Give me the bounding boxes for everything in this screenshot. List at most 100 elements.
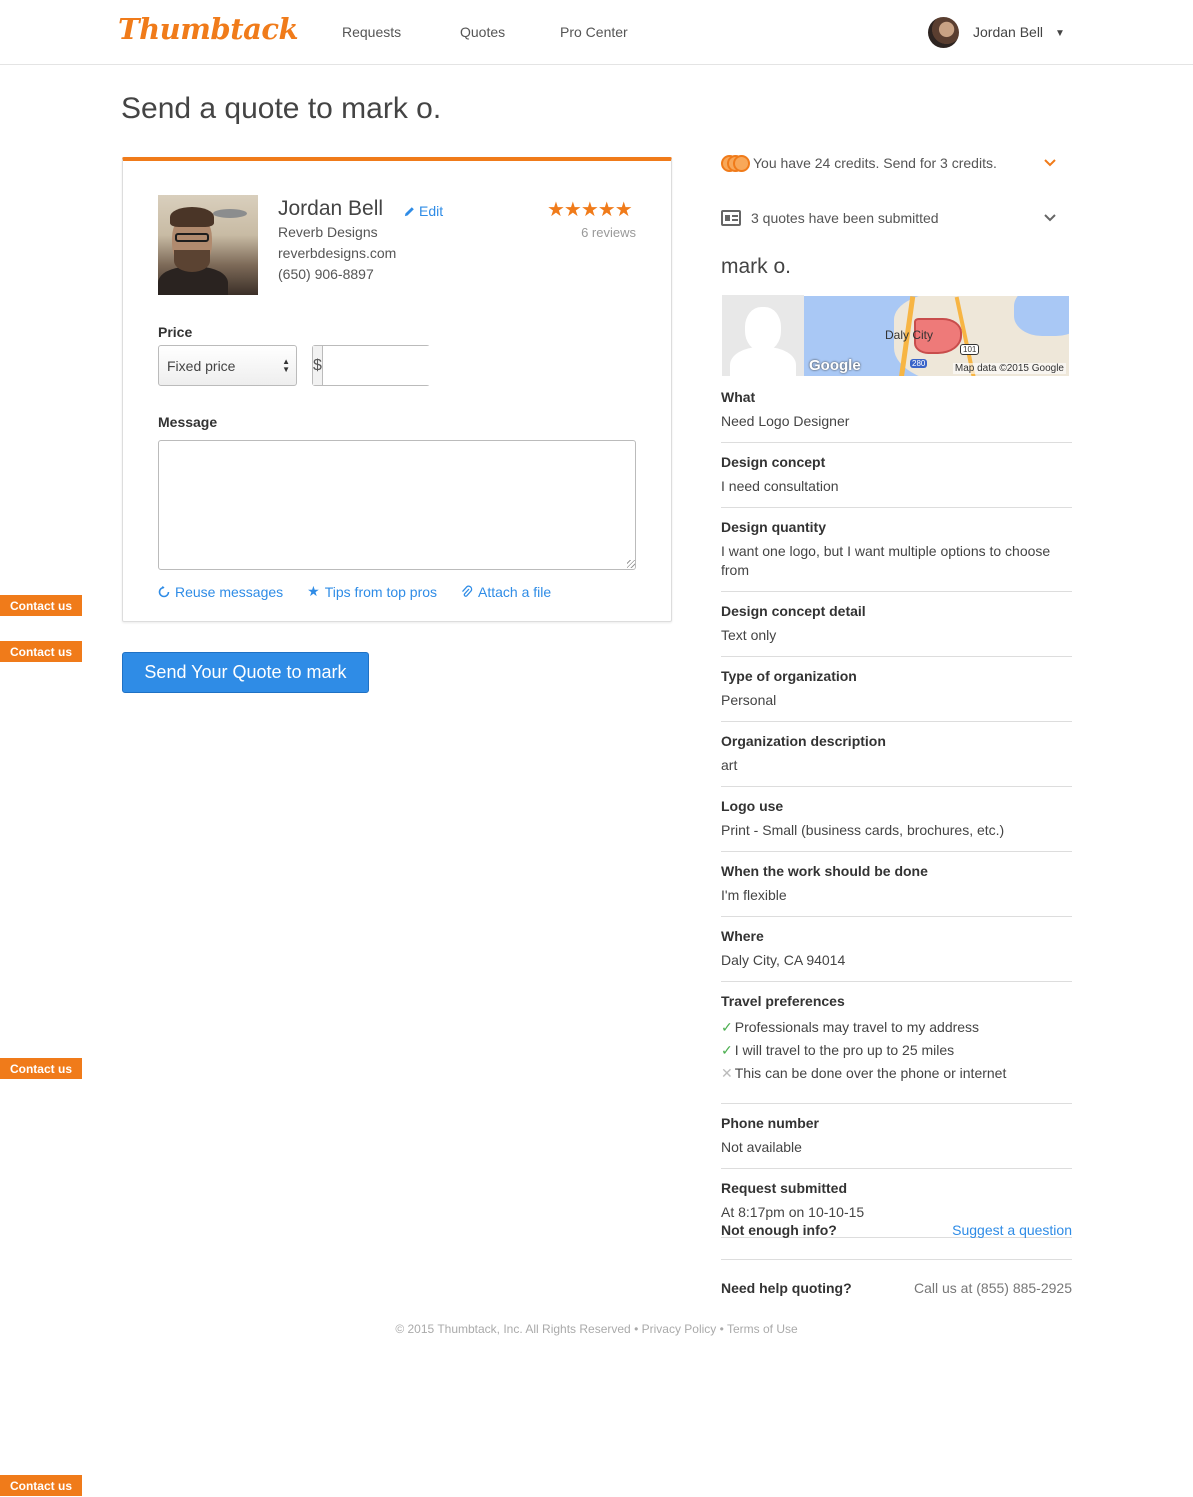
need-help-row: Need help quoting? Call us at (855) 885-… <box>721 1280 1072 1296</box>
price-type-select[interactable]: Fixed price ▲ ▼ <box>158 345 297 386</box>
footer-separator: • <box>719 1322 724 1336</box>
id-card-icon <box>721 210 741 226</box>
chevron-down-icon <box>1044 214 1056 222</box>
customer-avatar <box>722 295 804 376</box>
price-label: Price <box>158 324 193 340</box>
detail-item: Design concept detail Text only <box>721 592 1072 657</box>
detail-value: Print - Small (business cards, brochures… <box>721 822 1005 838</box>
pro-photo <box>158 195 258 295</box>
map-city-label: Daly City <box>885 328 934 342</box>
google-logo: Google <box>809 357 861 374</box>
footer: © 2015 Thumbtack, Inc. All Rights Reserv… <box>0 1322 1193 1336</box>
quotes-submitted-row[interactable]: 3 quotes have been submitted <box>721 208 1056 228</box>
credits-row[interactable]: You have 24 credits. Send for 3 credits. <box>721 153 1056 173</box>
suggest-question-link[interactable]: Suggest a question <box>952 1222 1072 1238</box>
travel-item: ✓ I will travel to the pro up to 25 miles <box>721 1039 1072 1062</box>
contact-us-tab[interactable]: Contact us <box>0 1058 82 1079</box>
detail-value: Need Logo Designer <box>721 413 850 429</box>
message-textarea[interactable] <box>158 440 636 570</box>
message-label: Message <box>158 414 218 430</box>
select-arrows-icon: ▲ ▼ <box>282 357 290 374</box>
rating-stars: ★★★★★ <box>547 199 633 221</box>
refresh-icon <box>158 585 170 597</box>
reuse-messages-link[interactable]: Reuse messages <box>158 583 283 600</box>
nav-pro-center[interactable]: Pro Center <box>560 24 628 40</box>
message-links: Reuse messages ★ Tips from top pros Atta… <box>158 583 551 600</box>
detail-label: Design quantity <box>721 519 827 535</box>
user-name: Jordan Bell <box>973 24 1044 40</box>
price-input[interactable] <box>322 346 520 385</box>
resize-grip-icon[interactable] <box>627 560 635 568</box>
not-enough-info-label: Not enough info? <box>721 1222 837 1238</box>
detail-item: When the work should be done I'm flexible <box>721 852 1072 917</box>
divider <box>721 1259 1072 1260</box>
paperclip-icon <box>462 585 473 597</box>
user-menu[interactable]: Jordan Bell ▼ <box>928 16 1065 48</box>
map-attribution: Map data ©2015 Google <box>952 363 1066 374</box>
tips-label: Tips from top pros <box>324 583 438 600</box>
terms-of-use-link[interactable]: Terms of Use <box>727 1322 798 1336</box>
detail-label: When the work should be done <box>721 863 928 879</box>
cross-icon: ✕ <box>721 1065 733 1081</box>
footer-separator: • <box>634 1322 639 1336</box>
detail-value: Not available <box>721 1139 802 1155</box>
price-type-value: Fixed price <box>167 358 236 374</box>
page-title: Send a quote to mark o. <box>121 92 442 125</box>
star-icon: ★ <box>307 583 320 599</box>
quote-card: Jordan Bell Edit Reverb Designs reverbde… <box>122 157 672 622</box>
detail-item: Where Daly City, CA 94014 <box>721 917 1072 982</box>
edit-profile-link[interactable]: Edit <box>404 203 443 219</box>
top-header: Thumbtack Requests Quotes Pro Center Jor… <box>0 0 1193 65</box>
travel-preferences: Travel preferences ✓ Professionals may tr… <box>721 982 1072 1104</box>
detail-value: I need consultation <box>721 478 839 494</box>
reuse-messages-label: Reuse messages <box>175 583 284 600</box>
detail-label: Design concept <box>721 454 826 470</box>
detail-label: Phone number <box>721 1115 820 1131</box>
reviews-count[interactable]: 6 reviews <box>581 225 636 240</box>
tips-link[interactable]: ★ Tips from top pros <box>307 583 437 600</box>
travel-text: I will travel to the pro up to 25 miles <box>734 1042 955 1058</box>
travel-text: This can be done over the phone or inter… <box>734 1065 1007 1081</box>
currency-symbol: $ <box>313 346 323 385</box>
attach-file-link[interactable]: Attach a file <box>461 583 551 600</box>
detail-value: Text only <box>721 627 777 643</box>
travel-item: ✓ Professionals may travel to my address <box>721 1016 1072 1039</box>
detail-value: Personal <box>721 692 777 708</box>
thumbtack-logo[interactable]: Thumbtack <box>118 12 299 46</box>
contact-us-tab[interactable]: Contact us <box>0 595 82 616</box>
customer-name: mark o. <box>721 255 792 278</box>
detail-label: Type of organization <box>721 668 857 684</box>
privacy-policy-link[interactable]: Privacy Policy <box>642 1322 717 1336</box>
check-icon: ✓ <box>721 1019 733 1035</box>
detail-item: What Need Logo Designer <box>721 378 1072 443</box>
send-quote-button[interactable]: Send Your Quote to mark <box>122 652 369 693</box>
travel-item: ✕ This can be done over the phone or inte… <box>721 1062 1072 1085</box>
detail-label: Design concept detail <box>721 603 866 619</box>
check-icon: ✓ <box>721 1042 733 1058</box>
request-details: What Need Logo Designer Design concept I n… <box>721 378 1072 1238</box>
chevron-down-icon <box>1044 159 1056 167</box>
contact-us-tab[interactable]: Contact us <box>0 1475 82 1496</box>
pro-name: Jordan Bell <box>278 197 384 220</box>
pencil-icon <box>404 206 414 216</box>
detail-item: Design quantity I want one logo, but I wa… <box>721 508 1072 592</box>
edit-label: Edit <box>419 203 444 219</box>
pro-website: reverbdesigns.com <box>278 245 397 261</box>
need-help-label: Need help quoting? <box>721 1280 852 1296</box>
attach-file-label: Attach a file <box>478 583 552 600</box>
detail-item: Phone number Not available <box>721 1104 1072 1169</box>
detail-label: Where <box>721 928 764 944</box>
detail-value: art <box>721 757 738 773</box>
detail-value: At 8:17pm on 10-10-15 <box>721 1204 865 1220</box>
nav-quotes[interactable]: Quotes <box>460 24 505 40</box>
detail-value: I'm flexible <box>721 887 787 903</box>
detail-label: What <box>721 389 756 405</box>
credits-icon <box>721 154 750 172</box>
detail-value: I want one logo, but I want multiple opt… <box>721 543 1051 578</box>
pro-phone: (650) 906-8897 <box>278 266 374 282</box>
contact-us-tab[interactable]: Contact us <box>0 641 82 662</box>
location-map[interactable]: Daly City 101 280 Google Map data ©2015 … <box>804 296 1069 376</box>
detail-item: Type of organization Personal <box>721 657 1072 722</box>
highway-280-shield: 280 <box>910 359 928 368</box>
nav-requests[interactable]: Requests <box>342 24 401 40</box>
